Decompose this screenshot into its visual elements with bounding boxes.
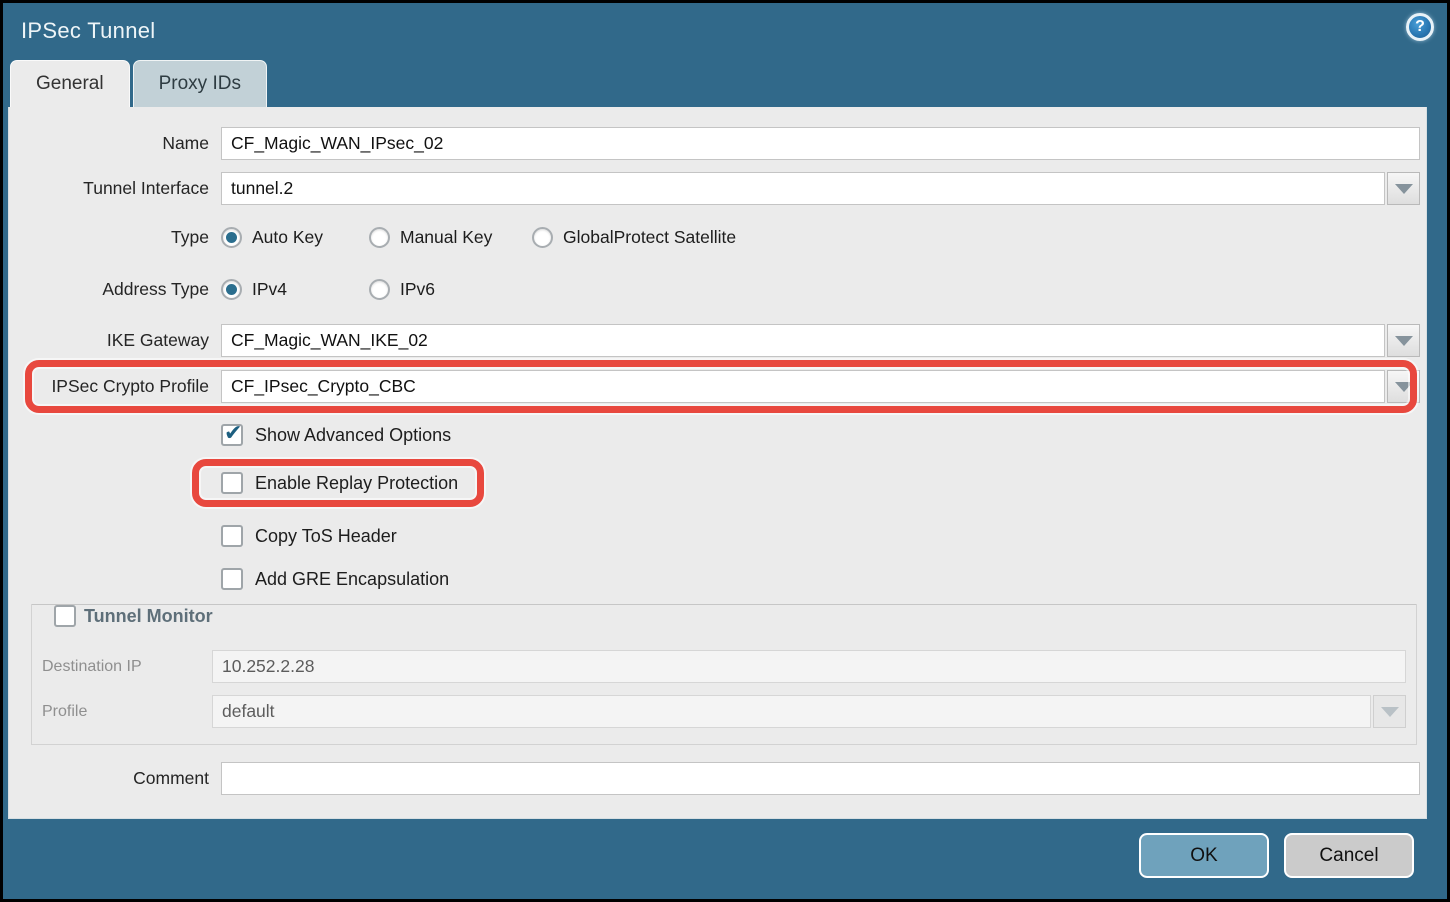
copy-tos-header-label: Copy ToS Header bbox=[255, 526, 397, 547]
enable-replay-protection-checkbox[interactable] bbox=[221, 472, 243, 494]
type-label: Type bbox=[23, 227, 221, 248]
comment-label: Comment bbox=[23, 768, 221, 789]
tab-general[interactable]: General bbox=[10, 60, 130, 107]
tunnel-monitor-checkbox[interactable] bbox=[54, 605, 76, 627]
ok-button[interactable]: OK bbox=[1139, 833, 1269, 878]
radio-auto-key-label: Auto Key bbox=[252, 227, 323, 248]
ipsec-crypto-profile-input[interactable] bbox=[221, 370, 1385, 403]
tab-proxy-ids-label: Proxy IDs bbox=[159, 73, 241, 95]
add-gre-encapsulation-label: Add GRE Encapsulation bbox=[255, 569, 449, 590]
ike-gateway-dropdown-button[interactable] bbox=[1387, 324, 1420, 357]
copy-tos-header-checkbox[interactable] bbox=[221, 525, 243, 547]
cancel-button[interactable]: Cancel bbox=[1284, 833, 1414, 878]
type-row: Type Auto Key Manual Key GlobalProtect S… bbox=[23, 223, 1420, 251]
comment-input[interactable] bbox=[221, 762, 1420, 795]
radio-ipv6-circle bbox=[369, 279, 390, 300]
comment-row: Comment bbox=[23, 762, 1420, 795]
tunnel-interface-label: Tunnel Interface bbox=[23, 178, 221, 199]
show-advanced-options-checkbox-row[interactable]: Show Advanced Options bbox=[221, 424, 1420, 446]
help-glyph: ? bbox=[1415, 18, 1425, 36]
tunnel-monitor-fieldset: Tunnel Monitor Destination IP Profile bbox=[31, 604, 1417, 745]
ipsec-crypto-profile-row: IPSec Crypto Profile bbox=[23, 370, 1420, 403]
profile-row: Profile bbox=[42, 695, 1406, 728]
tunnel-interface-row: Tunnel Interface bbox=[23, 172, 1420, 205]
dialog-title: IPSec Tunnel bbox=[21, 18, 155, 44]
destination-ip-input bbox=[212, 650, 1406, 683]
ipsec-crypto-profile-label: IPSec Crypto Profile bbox=[23, 376, 221, 397]
tab-general-label: General bbox=[36, 73, 104, 95]
chevron-down-icon bbox=[1395, 184, 1413, 194]
chevron-down-icon bbox=[1395, 382, 1413, 392]
enable-replay-protection-checkbox-row[interactable]: Enable Replay Protection bbox=[221, 472, 458, 494]
dialog-footer: OK Cancel bbox=[3, 819, 1447, 899]
tunnel-monitor-label: Tunnel Monitor bbox=[84, 606, 213, 627]
radio-ipv4-circle bbox=[221, 279, 242, 300]
dialog-titlebar: IPSec Tunnel ? bbox=[3, 3, 1447, 59]
radio-globalprotect-satellite-label: GlobalProtect Satellite bbox=[563, 227, 736, 248]
ike-gateway-input[interactable] bbox=[221, 324, 1385, 357]
radio-ipv6-label: IPv6 bbox=[400, 279, 435, 300]
profile-label: Profile bbox=[42, 703, 212, 721]
destination-ip-row: Destination IP bbox=[42, 650, 1406, 683]
radio-ipv6[interactable]: IPv6 bbox=[369, 279, 435, 300]
address-type-row: Address Type IPv4 IPv6 bbox=[23, 275, 1420, 303]
radio-ipv4-label: IPv4 bbox=[252, 279, 287, 300]
tunnel-monitor-legend[interactable]: Tunnel Monitor bbox=[52, 605, 223, 627]
destination-ip-label: Destination IP bbox=[42, 658, 212, 676]
tunnel-interface-input[interactable] bbox=[221, 172, 1385, 205]
tab-proxy-ids[interactable]: Proxy IDs bbox=[133, 60, 267, 107]
help-icon[interactable]: ? bbox=[1406, 13, 1434, 41]
ipsec-tunnel-dialog: IPSec Tunnel ? General Proxy IDs Name Tu… bbox=[3, 3, 1447, 899]
name-input[interactable] bbox=[221, 127, 1420, 160]
enable-replay-protection-wrap: Enable Replay Protection bbox=[221, 472, 458, 494]
tabstrip: General Proxy IDs bbox=[3, 59, 1447, 107]
ike-gateway-row: IKE Gateway bbox=[23, 324, 1420, 357]
radio-globalprotect-satellite-circle bbox=[532, 227, 553, 248]
ipsec-crypto-profile-dropdown-button[interactable] bbox=[1387, 370, 1420, 403]
add-gre-encapsulation-checkbox[interactable] bbox=[221, 568, 243, 590]
radio-globalprotect-satellite[interactable]: GlobalProtect Satellite bbox=[532, 227, 736, 248]
radio-manual-key-circle bbox=[369, 227, 390, 248]
profile-input bbox=[212, 695, 1371, 728]
radio-auto-key[interactable]: Auto Key bbox=[221, 227, 369, 248]
ike-gateway-label: IKE Gateway bbox=[23, 330, 221, 351]
copy-tos-header-checkbox-row[interactable]: Copy ToS Header bbox=[221, 525, 1420, 547]
radio-manual-key-label: Manual Key bbox=[400, 227, 492, 248]
address-type-label: Address Type bbox=[23, 279, 221, 300]
advanced-options-section: Show Advanced Options Enable Replay Prot… bbox=[221, 424, 1420, 590]
name-row: Name bbox=[23, 127, 1420, 160]
enable-replay-protection-label: Enable Replay Protection bbox=[255, 473, 458, 494]
general-tab-panel: Name Tunnel Interface Type bbox=[8, 107, 1427, 819]
radio-manual-key[interactable]: Manual Key bbox=[369, 227, 532, 248]
profile-dropdown-button bbox=[1373, 695, 1406, 728]
name-label: Name bbox=[23, 133, 221, 154]
radio-auto-key-circle bbox=[221, 227, 242, 248]
chevron-down-icon bbox=[1395, 336, 1413, 346]
chevron-down-icon bbox=[1381, 707, 1399, 717]
tunnel-interface-dropdown-button[interactable] bbox=[1387, 172, 1420, 205]
add-gre-encapsulation-checkbox-row[interactable]: Add GRE Encapsulation bbox=[221, 568, 1420, 590]
radio-ipv4[interactable]: IPv4 bbox=[221, 279, 369, 300]
show-advanced-options-checkbox[interactable] bbox=[221, 424, 243, 446]
show-advanced-options-label: Show Advanced Options bbox=[255, 425, 451, 446]
